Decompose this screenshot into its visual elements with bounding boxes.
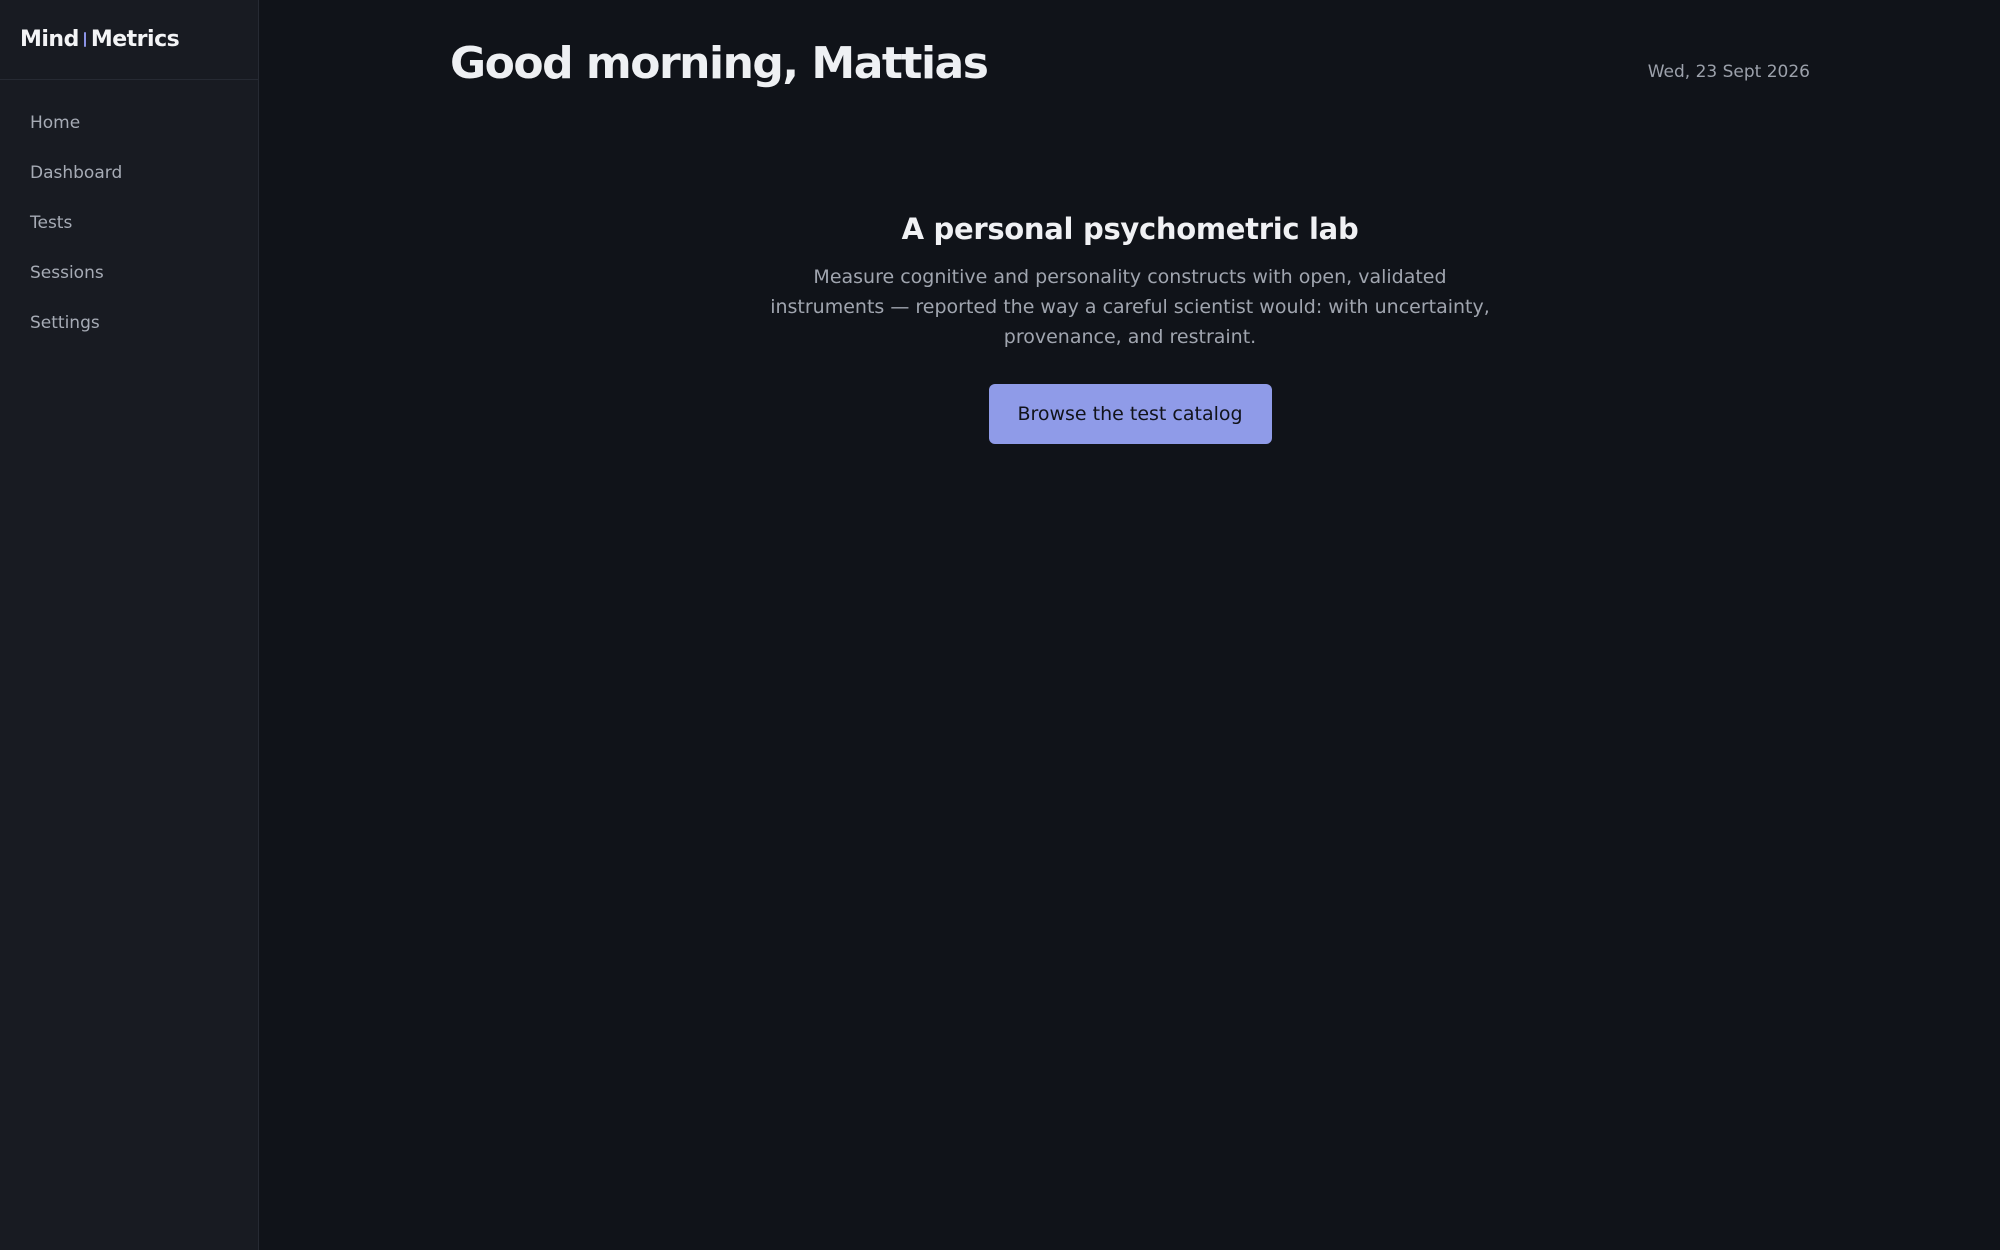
app-root: Mind Metrics Home Dashboard Tests Sessio… [0,0,2000,1250]
current-date: Wed, 23 Sept 2026 [1647,62,1810,82]
sidebar-item-label: Dashboard [30,163,123,183]
page-title: Good morning, Mattias [450,38,989,89]
browse-catalog-button[interactable]: Browse the test catalog [988,384,1272,444]
sidebar-item-dashboard[interactable]: Dashboard [0,148,258,198]
main-content: Good morning, Mattias Wed, 23 Sept 2026 … [260,0,2000,1250]
brand-name-part2: Metrics [90,27,180,52]
sidebar: Mind Metrics Home Dashboard Tests Sessio… [0,0,259,1250]
sidebar-item-label: Home [30,113,81,133]
hero-title: A personal psychometric lab [901,212,1359,246]
hero-section: A personal psychometric lab Measure cogn… [260,206,2000,444]
brand-separator [83,32,86,47]
sidebar-item-label: Sessions [30,263,104,283]
sidebar-nav: Home Dashboard Tests Sessions Settings [0,80,258,348]
sidebar-item-tests[interactable]: Tests [0,198,258,248]
sidebar-item-label: Tests [30,213,73,233]
brand-name-part1: Mind [20,27,79,52]
hero-description: Measure cognitive and personality constr… [770,266,1490,348]
sidebar-item-label: Settings [30,313,100,333]
sidebar-item-home[interactable]: Home [0,98,258,148]
brand-logo[interactable]: Mind Metrics [0,0,258,80]
sidebar-item-sessions[interactable]: Sessions [0,248,258,298]
sidebar-item-settings[interactable]: Settings [0,298,258,348]
